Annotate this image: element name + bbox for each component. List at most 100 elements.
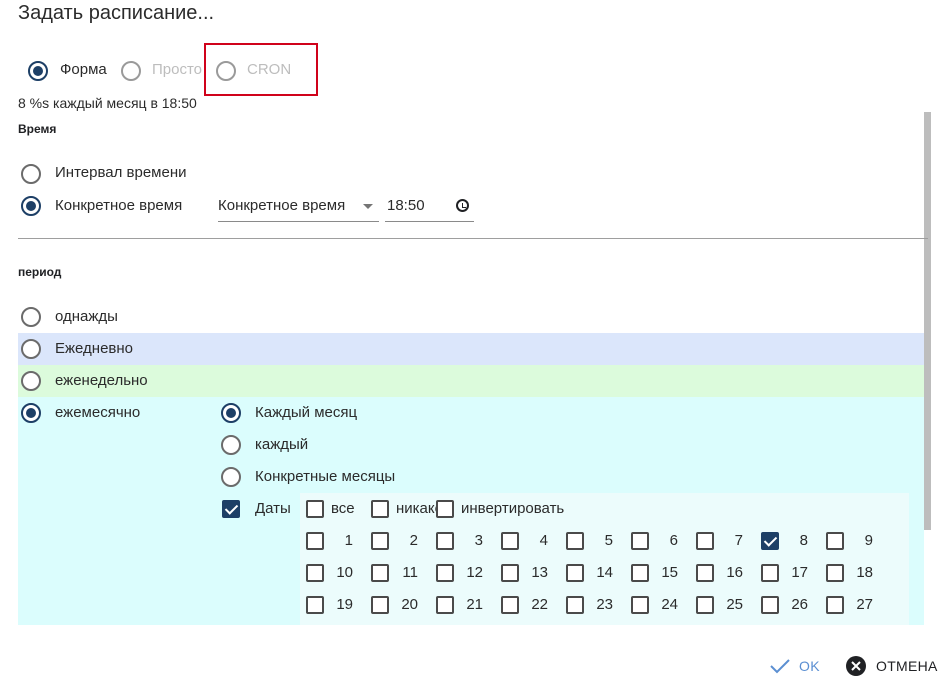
day-checkbox[interactable]	[371, 596, 389, 614]
day-checkbox[interactable]	[631, 532, 649, 550]
period-weekly-label: еженедельно	[55, 372, 148, 389]
day-label: 11	[402, 564, 418, 581]
monthly-every-month-radio[interactable]	[221, 403, 241, 423]
period-weekly-radio[interactable]	[21, 371, 41, 391]
day-label: 16	[726, 564, 743, 581]
day-label: 7	[734, 532, 743, 549]
day-label: 26	[791, 596, 808, 613]
day-checkbox[interactable]	[566, 596, 584, 614]
day-label: 17	[791, 564, 808, 581]
period-daily-radio[interactable]	[21, 339, 41, 359]
daily-row	[18, 333, 924, 365]
dates-label: Даты	[255, 500, 291, 517]
weekly-row	[18, 365, 924, 397]
cancel-button[interactable]: ОТМЕНА	[876, 658, 938, 674]
day-checkbox[interactable]	[826, 596, 844, 614]
period-monthly-radio[interactable]	[21, 403, 41, 423]
day-checkbox[interactable]	[826, 564, 844, 582]
day-label: 8	[799, 532, 808, 549]
day-label: 25	[726, 596, 743, 613]
day-checkbox[interactable]	[306, 564, 324, 582]
day-label: 6	[669, 532, 678, 549]
day-checkbox[interactable]	[761, 596, 779, 614]
invert-label: инвертировать	[461, 500, 565, 517]
dialog-title: Задать расписание...	[18, 2, 215, 24]
monthly-specific-label: Конкретные месяцы	[255, 468, 396, 485]
mode-form-label: Форма	[60, 61, 107, 78]
time-section-label: Время	[18, 122, 57, 136]
period-once-radio[interactable]	[21, 307, 41, 327]
invert-checkbox[interactable]	[436, 500, 454, 518]
monthly-every-radio[interactable]	[221, 435, 241, 455]
time-type-select[interactable]: Конкретное время	[218, 195, 379, 222]
day-label: 13	[531, 564, 548, 581]
time-specific-label: Конкретное время	[55, 197, 183, 214]
mode-simple-radio[interactable]	[121, 61, 141, 81]
period-monthly-label: ежемесячно	[55, 404, 141, 421]
none-checkbox[interactable]	[371, 500, 389, 518]
day-checkbox[interactable]	[631, 564, 649, 582]
ok-button[interactable]: OK	[799, 658, 820, 674]
time-interval-radio[interactable]	[21, 164, 41, 184]
day-checkbox[interactable]	[826, 532, 844, 550]
day-checkbox[interactable]	[501, 564, 519, 582]
day-label: 22	[531, 596, 548, 613]
highlight-box	[204, 43, 318, 96]
scrollbar[interactable]	[924, 112, 931, 530]
day-label: 24	[661, 596, 678, 613]
day-label: 4	[539, 532, 548, 549]
day-checkbox[interactable]	[306, 596, 324, 614]
day-checkbox[interactable]	[631, 596, 649, 614]
period-once-label: однажды	[55, 308, 118, 325]
time-specific-radio[interactable]	[21, 196, 41, 216]
time-input-value: 18:50	[387, 197, 425, 214]
day-checkbox[interactable]	[696, 564, 714, 582]
monthly-every-month-label: Каждый месяц	[255, 404, 358, 421]
day-checkbox[interactable]	[566, 532, 584, 550]
chevron-down-icon	[363, 204, 373, 209]
day-checkbox[interactable]	[761, 532, 779, 550]
day-checkbox[interactable]	[761, 564, 779, 582]
day-label: 14	[596, 564, 613, 581]
mode-simple-label: Просто	[152, 61, 203, 78]
all-checkbox[interactable]	[306, 500, 324, 518]
section-divider	[18, 238, 928, 239]
mode-form-radio[interactable]	[28, 61, 48, 81]
day-label: 20	[401, 596, 418, 613]
day-checkbox[interactable]	[566, 564, 584, 582]
day-checkbox[interactable]	[371, 564, 389, 582]
day-checkbox[interactable]	[501, 532, 519, 550]
monthly-every-label: каждый	[255, 436, 309, 453]
period-section-label: период	[18, 265, 62, 279]
clock-icon[interactable]	[456, 199, 469, 212]
schedule-summary: 8 %s каждый месяц в 18:50	[18, 95, 197, 111]
day-label: 15	[661, 564, 678, 581]
day-label: 10	[336, 564, 353, 581]
day-checkbox[interactable]	[696, 532, 714, 550]
day-label: 21	[466, 596, 483, 613]
time-type-select-value: Конкретное время	[218, 197, 346, 214]
dates-checkbox[interactable]	[222, 500, 240, 518]
day-checkbox[interactable]	[436, 532, 454, 550]
day-label: 5	[604, 532, 613, 549]
day-label: 2	[409, 532, 418, 549]
day-label: 18	[856, 564, 873, 581]
time-input[interactable]: 18:50	[385, 195, 474, 222]
day-checkbox[interactable]	[501, 596, 519, 614]
day-label: 27	[856, 596, 873, 613]
day-label: 23	[596, 596, 613, 613]
day-checkbox[interactable]	[371, 532, 389, 550]
day-label: 12	[466, 564, 483, 581]
day-checkbox[interactable]	[696, 596, 714, 614]
check-icon	[769, 657, 791, 675]
day-label: 19	[336, 596, 353, 613]
day-checkbox[interactable]	[436, 596, 454, 614]
day-label: 3	[474, 532, 483, 549]
all-label: все	[331, 500, 355, 517]
day-checkbox[interactable]	[436, 564, 454, 582]
monthly-specific-radio[interactable]	[221, 467, 241, 487]
day-checkbox[interactable]	[306, 532, 324, 550]
day-label: 1	[344, 532, 353, 549]
period-daily-label: Ежедневно	[55, 340, 134, 357]
time-interval-label: Интервал времени	[55, 164, 187, 181]
